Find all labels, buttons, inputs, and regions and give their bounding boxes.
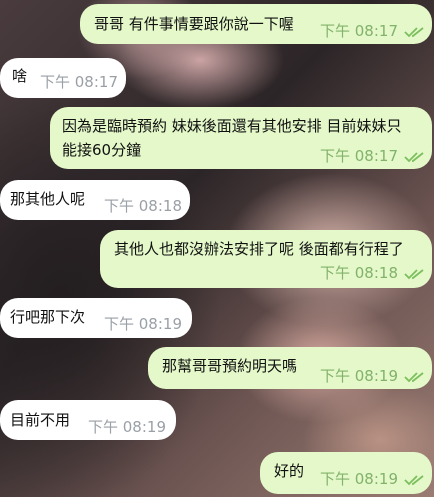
- message-time: 下午 08:19: [88, 418, 166, 436]
- chat-area: 哥哥 有件事情要跟你說一下喔 下午 08:17 啥 下午 08:17 因為是臨時…: [0, 0, 434, 497]
- message-time: 下午 08:19: [104, 315, 182, 333]
- message-time: 下午 08:19: [320, 365, 426, 387]
- message-text: 啥: [12, 67, 28, 85]
- message-time: 下午 08:17: [40, 73, 118, 91]
- double-check-icon: [404, 151, 424, 162]
- message-text: 行吧那下次: [10, 308, 86, 326]
- message-text: 目前不用: [10, 411, 71, 429]
- message-outgoing[interactable]: 哥哥 有件事情要跟你說一下喔 下午 08:17: [80, 4, 432, 44]
- message-text-line: 因為是臨時預約 妹妹後面還有其他安排 目前妹妹只: [62, 117, 402, 135]
- message-text: 那其他人呢: [10, 190, 86, 208]
- message-outgoing[interactable]: 好的 下午 08:19: [260, 452, 432, 494]
- double-check-icon: [404, 371, 424, 382]
- double-check-icon: [404, 474, 424, 485]
- double-check-icon: [404, 268, 424, 279]
- message-time: 下午 08:18: [320, 262, 426, 284]
- message-incoming[interactable]: 啥 下午 08:17: [0, 58, 126, 98]
- message-text: 好的: [274, 462, 305, 480]
- message-outgoing[interactable]: 其他人也都沒辦法安排了呢 後面都有行程了 下午 08:18: [100, 230, 432, 288]
- message-time: 下午 08:18: [104, 197, 182, 215]
- message-incoming[interactable]: 那其他人呢 下午 08:18: [0, 180, 190, 220]
- message-time: 下午 08:17: [320, 20, 426, 42]
- message-text-line: 能接60分鐘: [62, 141, 142, 159]
- message-outgoing[interactable]: 因為是臨時預約 妹妹後面還有其他安排 目前妹妹只 能接60分鐘 下午 08:17: [50, 107, 432, 169]
- double-check-icon: [404, 26, 424, 37]
- message-time: 下午 08:17: [320, 145, 426, 167]
- message-text: 哥哥 有件事情要跟你說一下喔: [94, 15, 294, 33]
- message-text: 那幫哥哥預約明天嗎: [162, 357, 298, 375]
- message-incoming[interactable]: 目前不用 下午 08:19: [0, 400, 176, 440]
- message-time: 下午 08:19: [320, 468, 426, 490]
- message-text: 其他人也都沒辦法安排了呢 後面都有行程了: [114, 240, 404, 258]
- message-outgoing[interactable]: 那幫哥哥預約明天嗎 下午 08:19: [148, 347, 432, 389]
- message-incoming[interactable]: 行吧那下次 下午 08:19: [0, 298, 192, 338]
